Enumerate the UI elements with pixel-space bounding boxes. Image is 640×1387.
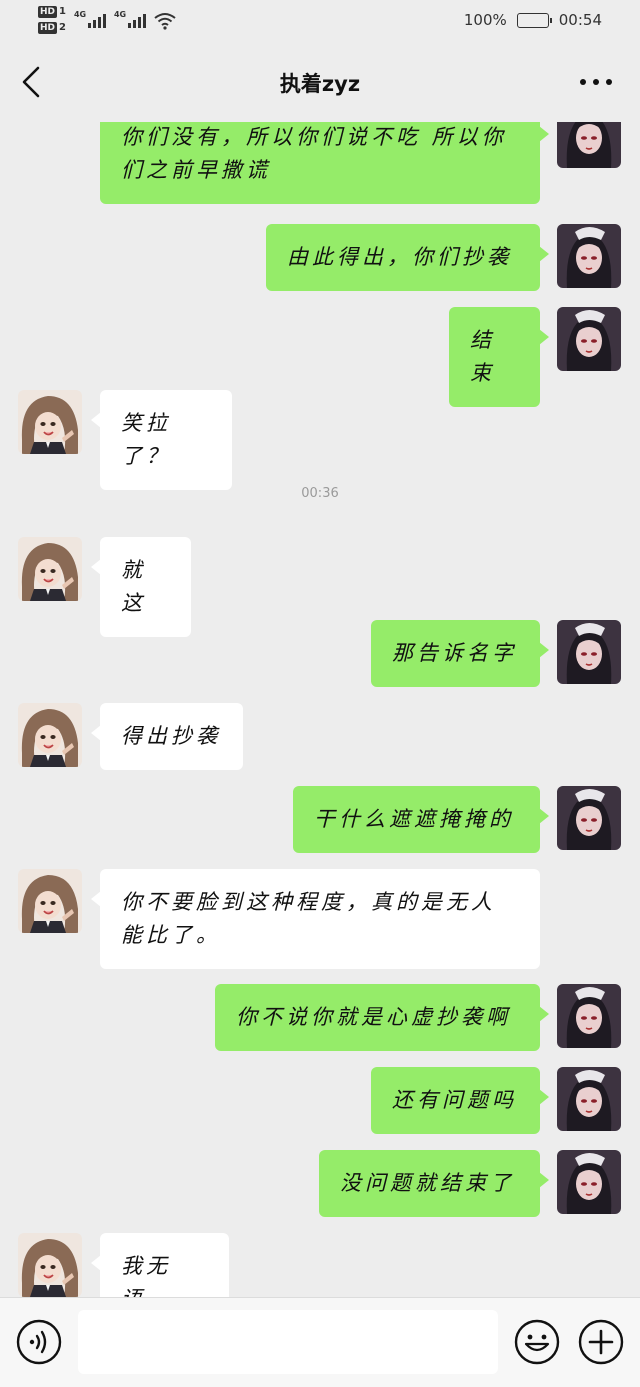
plus-icon[interactable] [578, 1319, 624, 1365]
received-message: 得出抄袭 [0, 703, 640, 771]
sim2-number: 2 [59, 22, 66, 33]
contact-avatar[interactable] [18, 703, 82, 767]
battery-icon [516, 12, 552, 28]
wifi-icon [154, 13, 176, 30]
sent-message: 由此得出，你们抄袭 [0, 224, 640, 292]
message-bubble[interactable]: 笑拉了？ [91, 390, 232, 490]
message-bubble[interactable]: 那告诉名字 [371, 620, 549, 687]
network-type-1: 4G [73, 10, 87, 19]
sent-message: 你不说你就是心虚抄袭啊 [0, 984, 640, 1052]
chat-header: 执着zyz [0, 44, 640, 122]
message-bubble[interactable]: 你不说你就是心虚抄袭啊 [215, 984, 549, 1051]
received-message: 你不要脸到这种程度，真的是无人能比了。 [0, 869, 640, 969]
my-avatar[interactable] [557, 1150, 621, 1214]
status-left: HD 1 HD 2 4G 4G [38, 6, 176, 34]
message-bubble[interactable]: 我无语， [91, 1233, 229, 1297]
message-timestamp: 00:36 [301, 486, 339, 501]
message-bubble[interactable]: 由此得出，你们抄袭 [266, 224, 549, 291]
message-bubble[interactable]: 干什么遮遮掩掩的 [293, 786, 549, 853]
sent-message: 结束 [0, 307, 640, 407]
sim2-indicator: HD 2 [38, 22, 66, 34]
signal-1-icon: 4G [74, 6, 106, 28]
clock: 00:54 [558, 11, 602, 29]
message-input[interactable] [78, 1310, 498, 1374]
sim1-label: HD [38, 6, 58, 18]
my-avatar[interactable] [557, 984, 621, 1048]
my-avatar[interactable] [557, 307, 621, 371]
status-right: 100% 00:54 [464, 11, 602, 29]
sim2-label: HD [38, 22, 58, 34]
input-bar [0, 1297, 640, 1387]
sent-message: 那告诉名字 [0, 620, 640, 688]
my-avatar[interactable] [557, 122, 621, 168]
emoji-icon[interactable] [514, 1319, 560, 1365]
status-bar: HD 1 HD 2 4G 4G 100% 00:54 [0, 0, 640, 44]
more-dots-icon[interactable] [580, 74, 612, 90]
contact-avatar[interactable] [18, 390, 82, 454]
sent-message: 你们没有，所以你们说不吃 所以你们之前早撒谎 [0, 122, 640, 208]
message-bubble[interactable]: 你不要脸到这种程度，真的是无人能比了。 [91, 869, 540, 969]
battery-percent: 100% [463, 11, 507, 29]
my-avatar[interactable] [557, 786, 621, 850]
received-message: 就这 [0, 537, 640, 637]
voice-icon[interactable] [16, 1319, 62, 1365]
received-message: 我无语， [0, 1233, 640, 1297]
sim1-number: 1 [59, 6, 66, 17]
contact-avatar[interactable] [18, 537, 82, 601]
message-bubble[interactable]: 还有问题吗 [371, 1067, 549, 1134]
sim-indicators: HD 1 HD 2 [38, 6, 66, 34]
sim1-indicator: HD 1 [38, 6, 66, 18]
message-bubble[interactable]: 得出抄袭 [91, 703, 243, 770]
my-avatar[interactable] [557, 1067, 621, 1131]
message-list[interactable]: 你们没有，所以你们说不吃 所以你们之前早撒谎由此得出，你们抄袭结束 笑拉了？ 00:… [0, 122, 640, 1297]
sent-message: 还有问题吗 [0, 1067, 640, 1135]
my-avatar[interactable] [557, 224, 621, 288]
signal-2-icon: 4G [114, 6, 146, 28]
my-avatar[interactable] [557, 620, 621, 684]
contact-avatar[interactable] [18, 1233, 82, 1297]
contact-avatar[interactable] [18, 869, 82, 933]
sent-message: 干什么遮遮掩掩的 [0, 786, 640, 854]
received-message: 笑拉了？ [0, 390, 640, 490]
chat-title: 执着zyz [279, 72, 361, 96]
sent-message: 没问题就结束了 [0, 1150, 640, 1218]
network-type-2: 4G [113, 10, 127, 19]
message-bubble[interactable]: 没问题就结束了 [319, 1150, 549, 1217]
message-bubble[interactable]: 你们没有，所以你们说不吃 所以你们之前早撒谎 [100, 122, 549, 204]
